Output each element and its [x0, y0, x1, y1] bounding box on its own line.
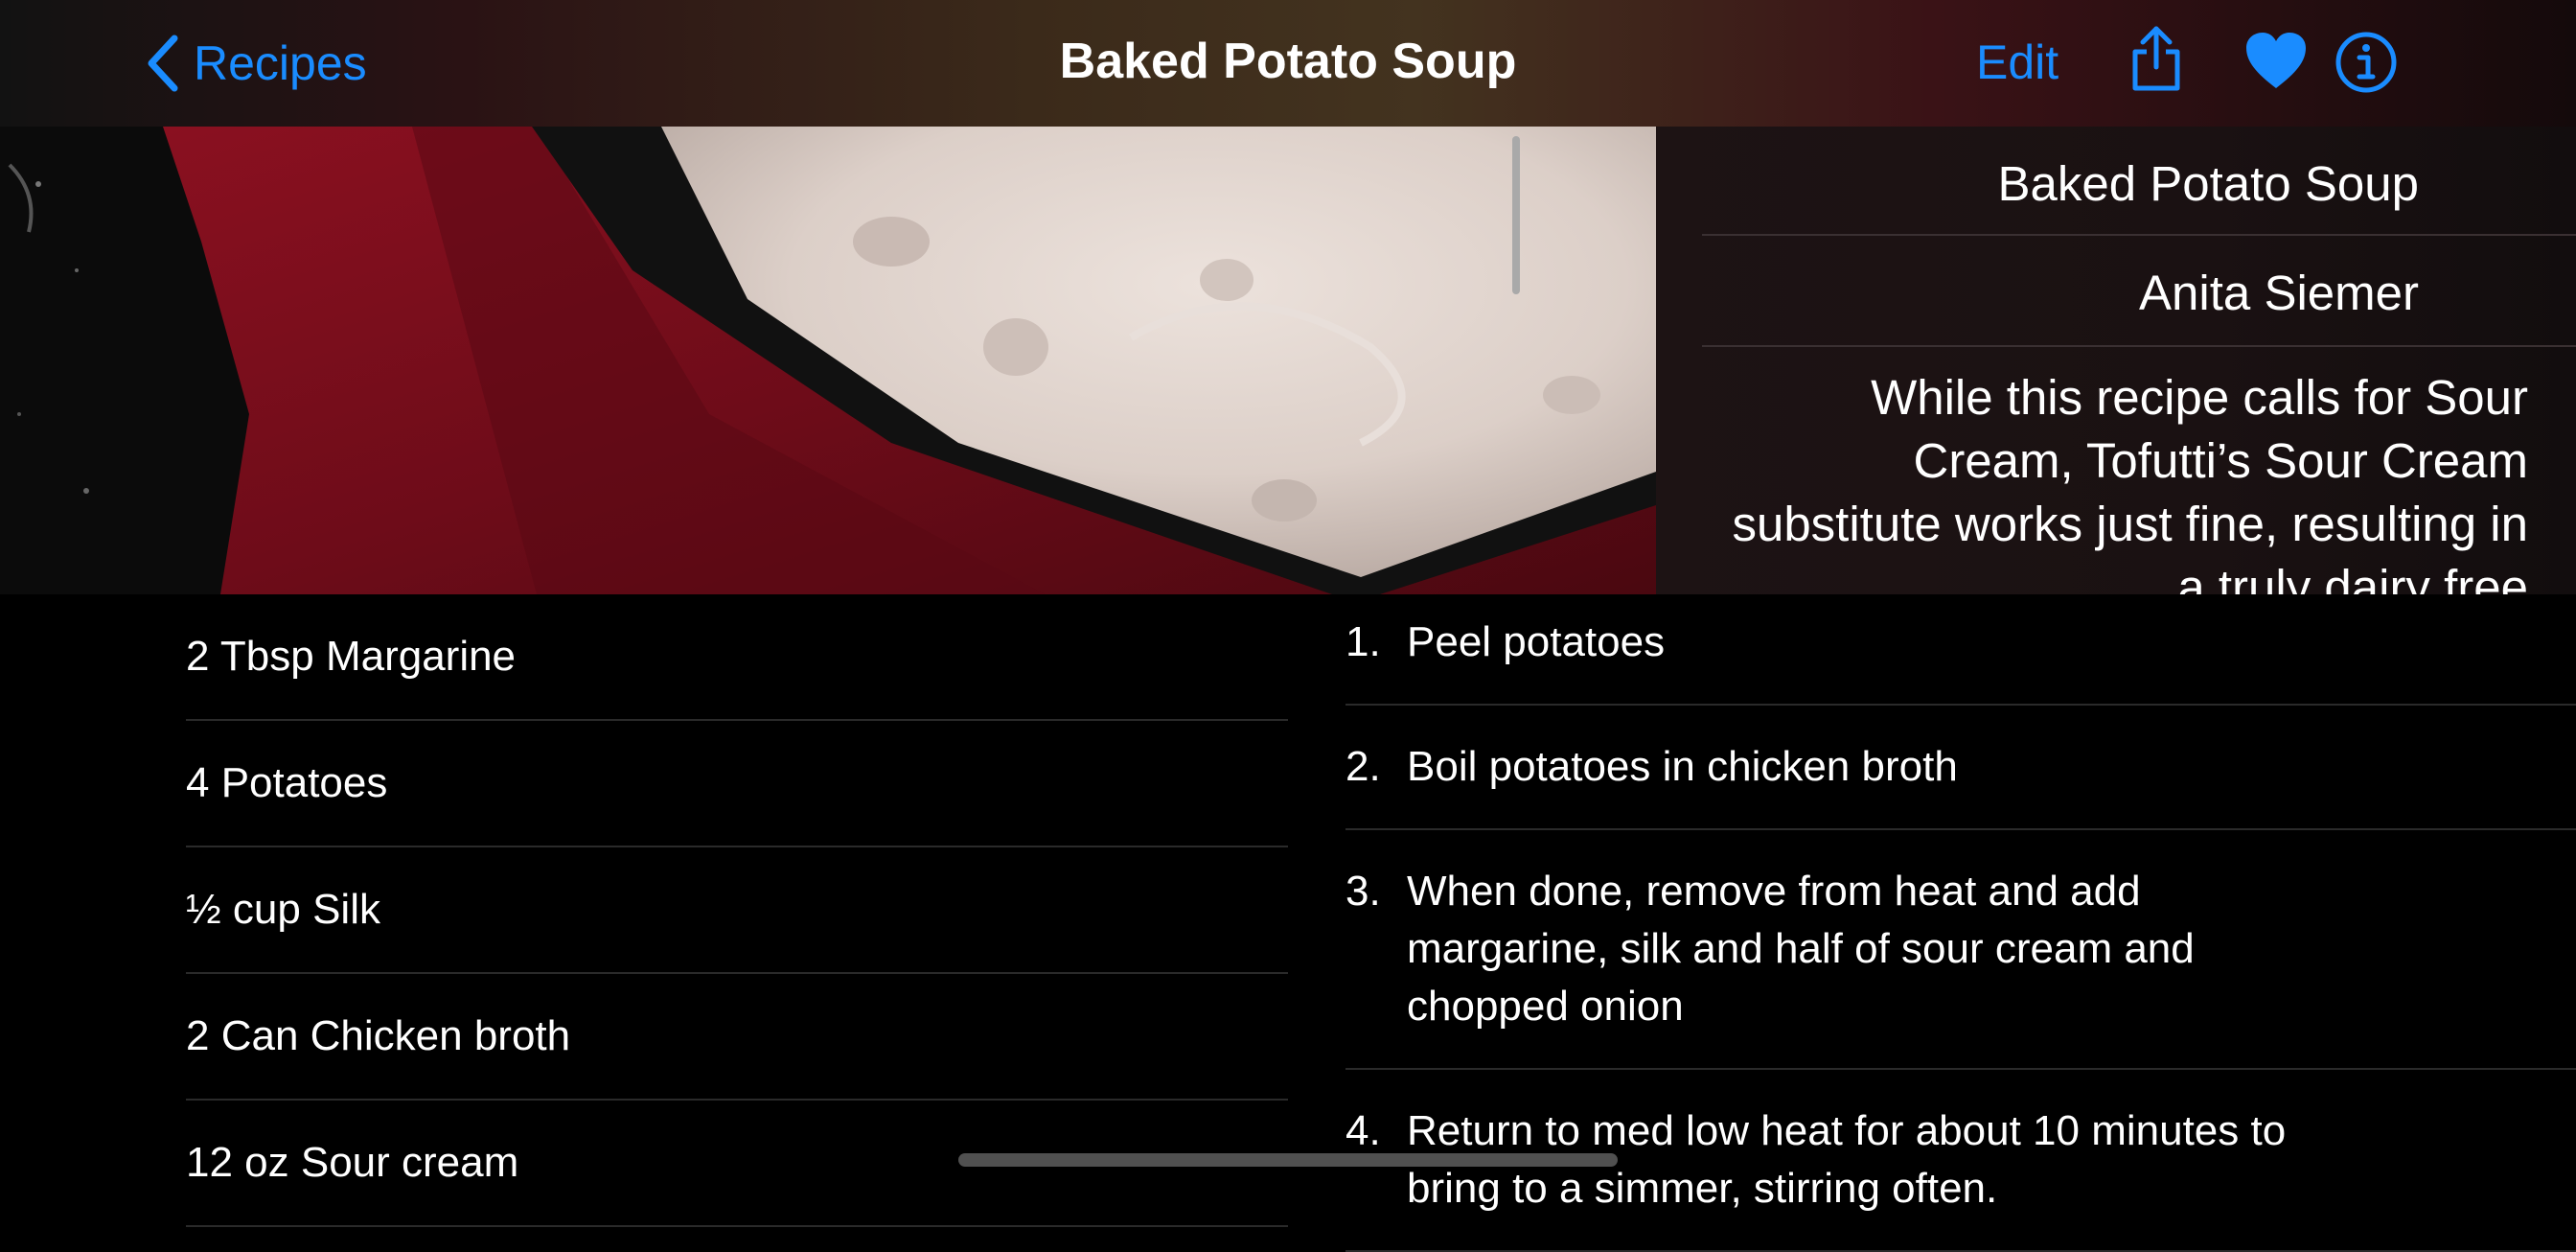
share-button[interactable] — [2129, 25, 2183, 92]
recipe-author: Anita Siemer — [2139, 266, 2419, 320]
step-text: When done, remove from heat and add marg… — [1407, 868, 2195, 1030]
direction-step[interactable]: 3. When done, remove from heat and add m… — [1346, 830, 2576, 1070]
ingredient-item[interactable]: 2 Can Chicken broth — [186, 974, 1288, 1101]
step-number: 2. — [1346, 743, 1381, 790]
direction-step[interactable]: 1. Peel potatoes — [1346, 594, 2576, 706]
ingredient-item[interactable]: 4 Potatoes — [186, 721, 1288, 847]
soup-bowl-image — [0, 127, 1656, 594]
recipe-photo[interactable] — [0, 127, 1656, 594]
ingredients-list: 2 Tbsp Margarine 4 Potatoes ½ cup Silk 2… — [186, 594, 1288, 1227]
info-button[interactable] — [2334, 31, 2398, 94]
info-circle-icon — [2335, 32, 2397, 93]
navigation-bar: Recipes Baked Potato Soup Edit — [0, 0, 2576, 127]
step-number: 3. — [1346, 868, 1381, 915]
direction-step[interactable]: 2. Boil potatoes in chicken broth — [1346, 706, 2576, 830]
edit-button[interactable]: Edit — [1976, 35, 2058, 90]
ingredient-item[interactable]: ½ cup Silk — [186, 847, 1288, 974]
info-scroll-indicator[interactable] — [1512, 136, 1520, 294]
recipe-name: Baked Potato Soup — [1997, 156, 2419, 211]
ingredient-item[interactable]: 2 Tbsp Margarine — [186, 594, 1288, 721]
recipe-description: While this recipe calls for Sour Cream, … — [1732, 370, 2528, 594]
heart-icon — [2246, 33, 2306, 88]
divider — [1702, 234, 2576, 236]
step-number: 1. — [1346, 618, 1381, 665]
favorite-button[interactable] — [2244, 31, 2308, 90]
share-icon — [2132, 26, 2180, 91]
step-text: Boil potatoes in chicken broth — [1407, 743, 1958, 790]
step-text: Peel potatoes — [1407, 618, 1666, 665]
home-indicator[interactable] — [958, 1153, 1618, 1167]
page-title: Baked Potato Soup — [1059, 34, 1517, 89]
divider — [1702, 345, 2576, 347]
recipe-info-panel[interactable]: Baked Potato Soup Anita Siemer While thi… — [1656, 127, 2576, 594]
